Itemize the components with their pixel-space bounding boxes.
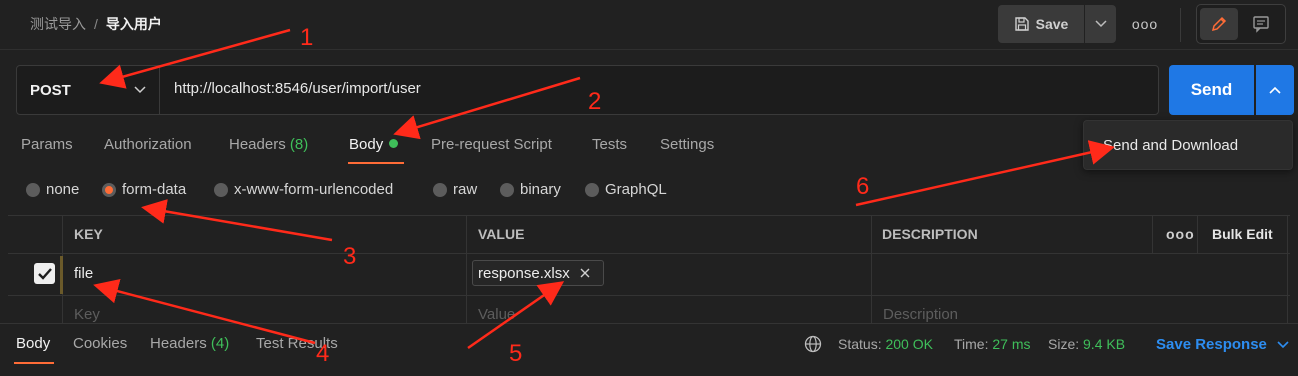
more-actions-button[interactable]: ooo [1126,12,1164,36]
save-label: Save [1035,16,1069,32]
file-name: response.xlsx [478,264,570,282]
checkmark-icon [37,267,52,280]
body-type-graphql[interactable]: GraphQL [585,181,667,198]
annotation-number-4: 4 [316,340,330,367]
row-divider [8,295,1290,296]
annotation-arrow-6 [855,140,1115,207]
response-tab-headers[interactable]: Headers (4) [150,335,229,352]
body-type-form-data-label: form-data [122,181,187,198]
annotation-number-3: 3 [343,243,357,270]
radio-icon [26,182,40,197]
response-tab-body[interactable]: Body [16,335,50,352]
tab-prerequest-script[interactable]: Pre-request Script [431,136,552,153]
tab-authorization[interactable]: Authorization [104,136,192,153]
tab-body-underline [348,162,404,164]
body-type-urlencoded[interactable]: x-www-form-urlencoded [214,181,393,198]
tab-params[interactable]: Params [21,136,73,153]
tab-headers-label: Headers [229,136,286,153]
status-value[interactable]: 200 OK [885,336,932,352]
breadcrumb: 测试导入 / 导入用户 [30,14,162,34]
radio-icon [585,182,599,197]
send-and-download-item[interactable]: Send and Download [1103,137,1238,154]
row-enabled-checkbox[interactable] [34,263,55,284]
status-label: Status: [838,336,882,352]
tab-settings[interactable]: Settings [660,136,714,153]
size-value[interactable]: 9.4 KB [1083,336,1125,352]
save-icon [1014,17,1029,31]
form-data-table [8,215,1290,325]
time-value[interactable]: 27 ms [992,336,1030,352]
column-header-key: KEY [74,226,103,242]
pencil-icon [1211,16,1227,32]
save-response-label: Save Response [1156,336,1267,353]
annotation-number-2: 2 [588,88,602,115]
breadcrumb-collection[interactable]: 测试导入 [30,14,86,34]
value-placeholder[interactable]: Value [478,306,515,323]
table-more-button[interactable]: ooo [1166,226,1195,242]
chevron-down-icon [1094,20,1107,28]
body-type-raw-label: raw [453,181,478,198]
table-row-key[interactable]: file [74,265,93,282]
file-chip[interactable]: response.xlsx [472,260,604,286]
method-chevron-down-icon [130,80,150,100]
body-type-form-data[interactable]: form-data [102,181,186,198]
edit-mode-button[interactable] [1200,8,1238,40]
header-divider [1180,8,1181,42]
body-type-none[interactable]: none [26,181,79,198]
row-marker [60,256,63,294]
table-divider [1152,215,1153,254]
radio-icon [500,182,514,197]
tab-headers-count: (8) [289,136,309,153]
annotation-number-5: 5 [509,340,523,367]
comment-icon [1253,16,1269,33]
documentation-mode-button[interactable] [1242,8,1280,40]
response-tab-cookies[interactable]: Cookies [73,335,127,352]
remove-file-icon[interactable] [580,268,590,278]
url-input[interactable]: http://localhost:8546/user/import/user [174,80,421,97]
table-divider [466,215,467,325]
status-readout: Status: 200 OK [838,336,933,352]
request-title[interactable]: 导入用户 [106,14,162,34]
body-type-binary-label: binary [520,181,561,198]
radio-selected-icon [102,182,116,197]
body-type-urlencoded-label: x-www-form-urlencoded [234,181,394,198]
response-tab-underline [14,362,54,364]
bulk-edit-button[interactable]: Bulk Edit [1212,226,1273,242]
body-type-binary[interactable]: binary [500,181,561,198]
save-options-button[interactable] [1085,5,1116,43]
description-placeholder[interactable]: Description [883,306,958,323]
annotation-number-6: 6 [856,173,870,200]
column-header-description: DESCRIPTION [882,226,978,242]
send-options-button[interactable] [1256,65,1294,115]
body-type-raw[interactable]: raw [433,181,477,198]
table-divider [871,215,872,325]
size-label: Size: [1048,336,1080,352]
radio-icon [214,182,228,197]
body-type-none-label: none [46,181,80,198]
column-header-value: VALUE [478,226,525,242]
tab-body[interactable]: Body [349,136,399,153]
response-tab-headers-count: (4) [210,335,230,352]
body-indicator-dot [389,139,399,148]
time-label: Time: [954,336,989,352]
annotation-number-1: 1 [300,24,314,51]
breadcrumb-separator: / [94,16,98,32]
chevron-down-icon [1277,340,1289,348]
table-divider [1287,215,1288,325]
response-tab-headers-label: Headers [150,335,207,352]
radio-icon [433,182,447,197]
body-type-graphql-label: GraphQL [605,181,667,198]
save-button[interactable]: Save [998,5,1084,43]
tab-headers[interactable]: Headers (8) [229,136,308,153]
key-placeholder[interactable]: Key [74,306,100,323]
tab-tests[interactable]: Tests [592,136,627,153]
send-button[interactable]: Send [1169,65,1254,115]
tab-body-label: Body [349,136,384,153]
save-response-button[interactable]: Save Response [1156,336,1289,353]
size-readout: Size: 9.4 KB [1048,336,1125,352]
table-divider [1197,215,1198,254]
globe-icon[interactable] [804,335,822,357]
time-readout: Time: 27 ms [954,336,1031,352]
chevron-up-icon [1269,86,1281,94]
